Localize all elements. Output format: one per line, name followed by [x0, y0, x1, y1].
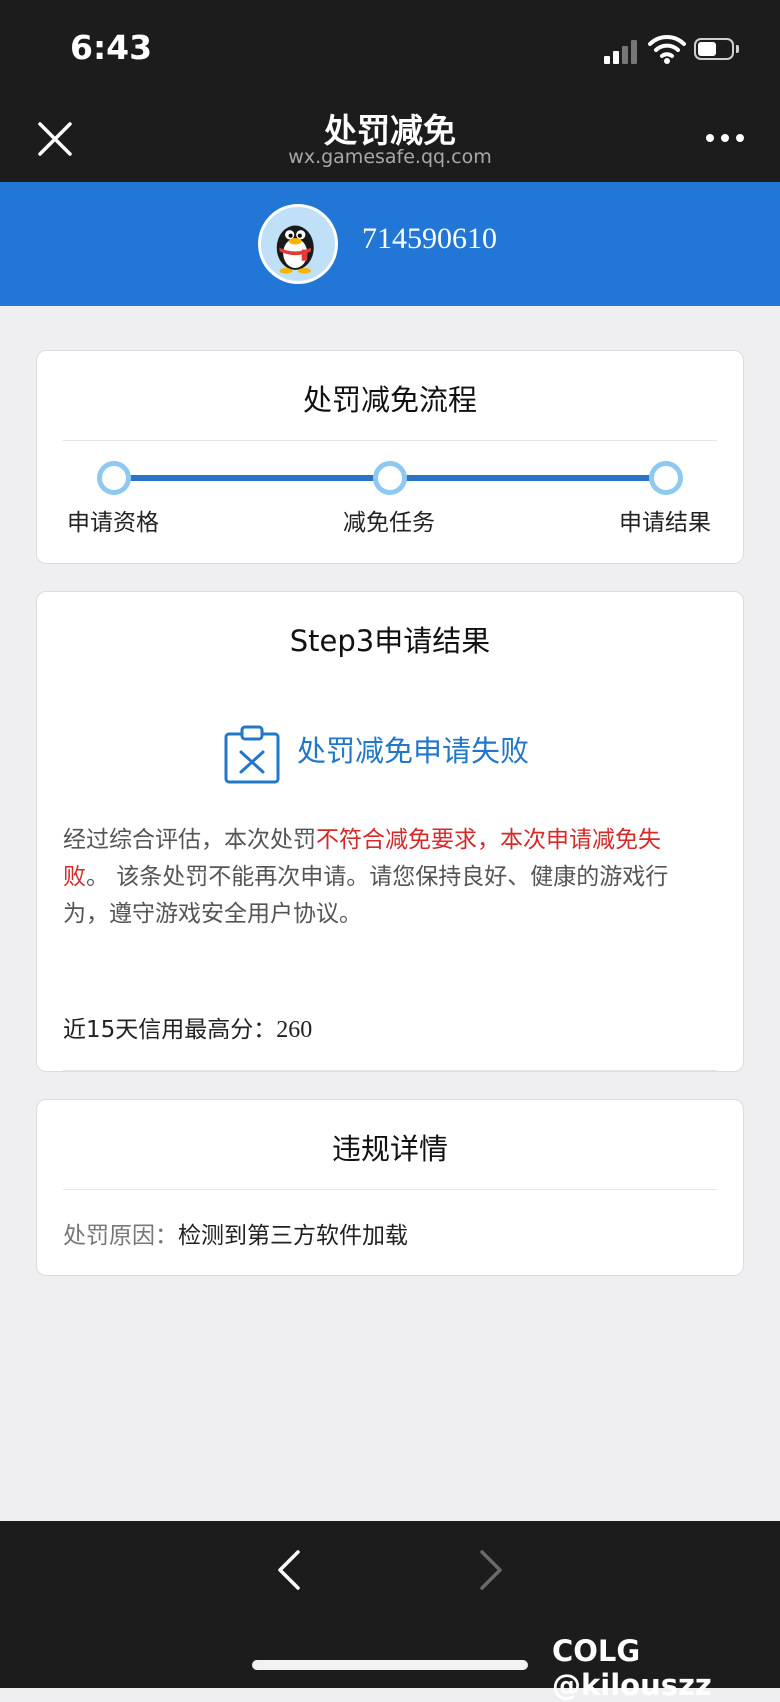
detail-title: 违规详情	[331, 1132, 448, 1166]
credit-value: 260	[276, 1017, 313, 1043]
reason-row: 处罚原因：检测到第三方软件加载	[63, 1216, 408, 1250]
step-label-3: 申请结果	[619, 510, 711, 536]
divider	[63, 1070, 717, 1071]
divider	[63, 440, 717, 441]
result-status: 处罚减免申请失败	[297, 734, 530, 768]
wifi-icon	[648, 34, 686, 64]
result-description: 经过综合评估，本次处罚不符合减免要求，本次申请减免失败。 该条处罚不能再次申请。…	[63, 822, 703, 933]
step-dot-2	[373, 461, 407, 495]
page-title: 处罚减免	[324, 111, 456, 150]
credit-row: 近15天信用最高分：260	[63, 1010, 312, 1044]
forward-arrow-icon[interactable]	[478, 1548, 504, 1592]
status-time: 6:43	[70, 28, 153, 67]
desc-prefix: 经过综合评估，本次处罚	[63, 827, 316, 853]
process-card: 处罚减免流程 申请资格 减免任务 申请结果	[36, 350, 744, 564]
process-title: 处罚减免流程	[302, 383, 477, 417]
signal-icon	[604, 38, 640, 64]
home-indicator	[252, 1660, 528, 1670]
reason-label: 处罚原因：	[63, 1223, 178, 1249]
credit-label: 近15天信用最高分：	[63, 1017, 277, 1043]
qq-penguin-icon	[258, 204, 338, 284]
step-dot-1	[97, 461, 131, 495]
watermark: COLG @kilouszz	[552, 1634, 712, 1702]
account-id: 714590610	[362, 222, 497, 255]
clipboard-fail-icon	[224, 725, 280, 784]
top-bar: 6:43 处罚减免 wx.gamesafe.qq.com	[0, 0, 780, 182]
step-label-1: 申请资格	[67, 510, 159, 536]
step-label-2: 减免任务	[343, 510, 435, 536]
more-icon[interactable]	[706, 134, 744, 144]
desc-suffix: 。 该条处罚不能再次申请。请您保持良好、健康的游戏行为，遵守游戏安全用户协议。	[63, 864, 669, 927]
page-url: wx.gamesafe.qq.com	[288, 146, 492, 168]
reason-value: 检测到第三方软件加载	[178, 1223, 408, 1249]
battery-icon	[694, 38, 740, 62]
step-dot-3	[649, 461, 683, 495]
detail-card: 违规详情 处罚原因：检测到第三方软件加载	[36, 1099, 744, 1276]
result-title: Step3申请结果	[289, 624, 491, 658]
back-arrow-icon[interactable]	[276, 1548, 302, 1592]
divider	[63, 1189, 717, 1190]
result-card: Step3申请结果 处罚减免申请失败 经过综合评估，本次处罚不符合减免要求，本次…	[36, 591, 744, 1072]
